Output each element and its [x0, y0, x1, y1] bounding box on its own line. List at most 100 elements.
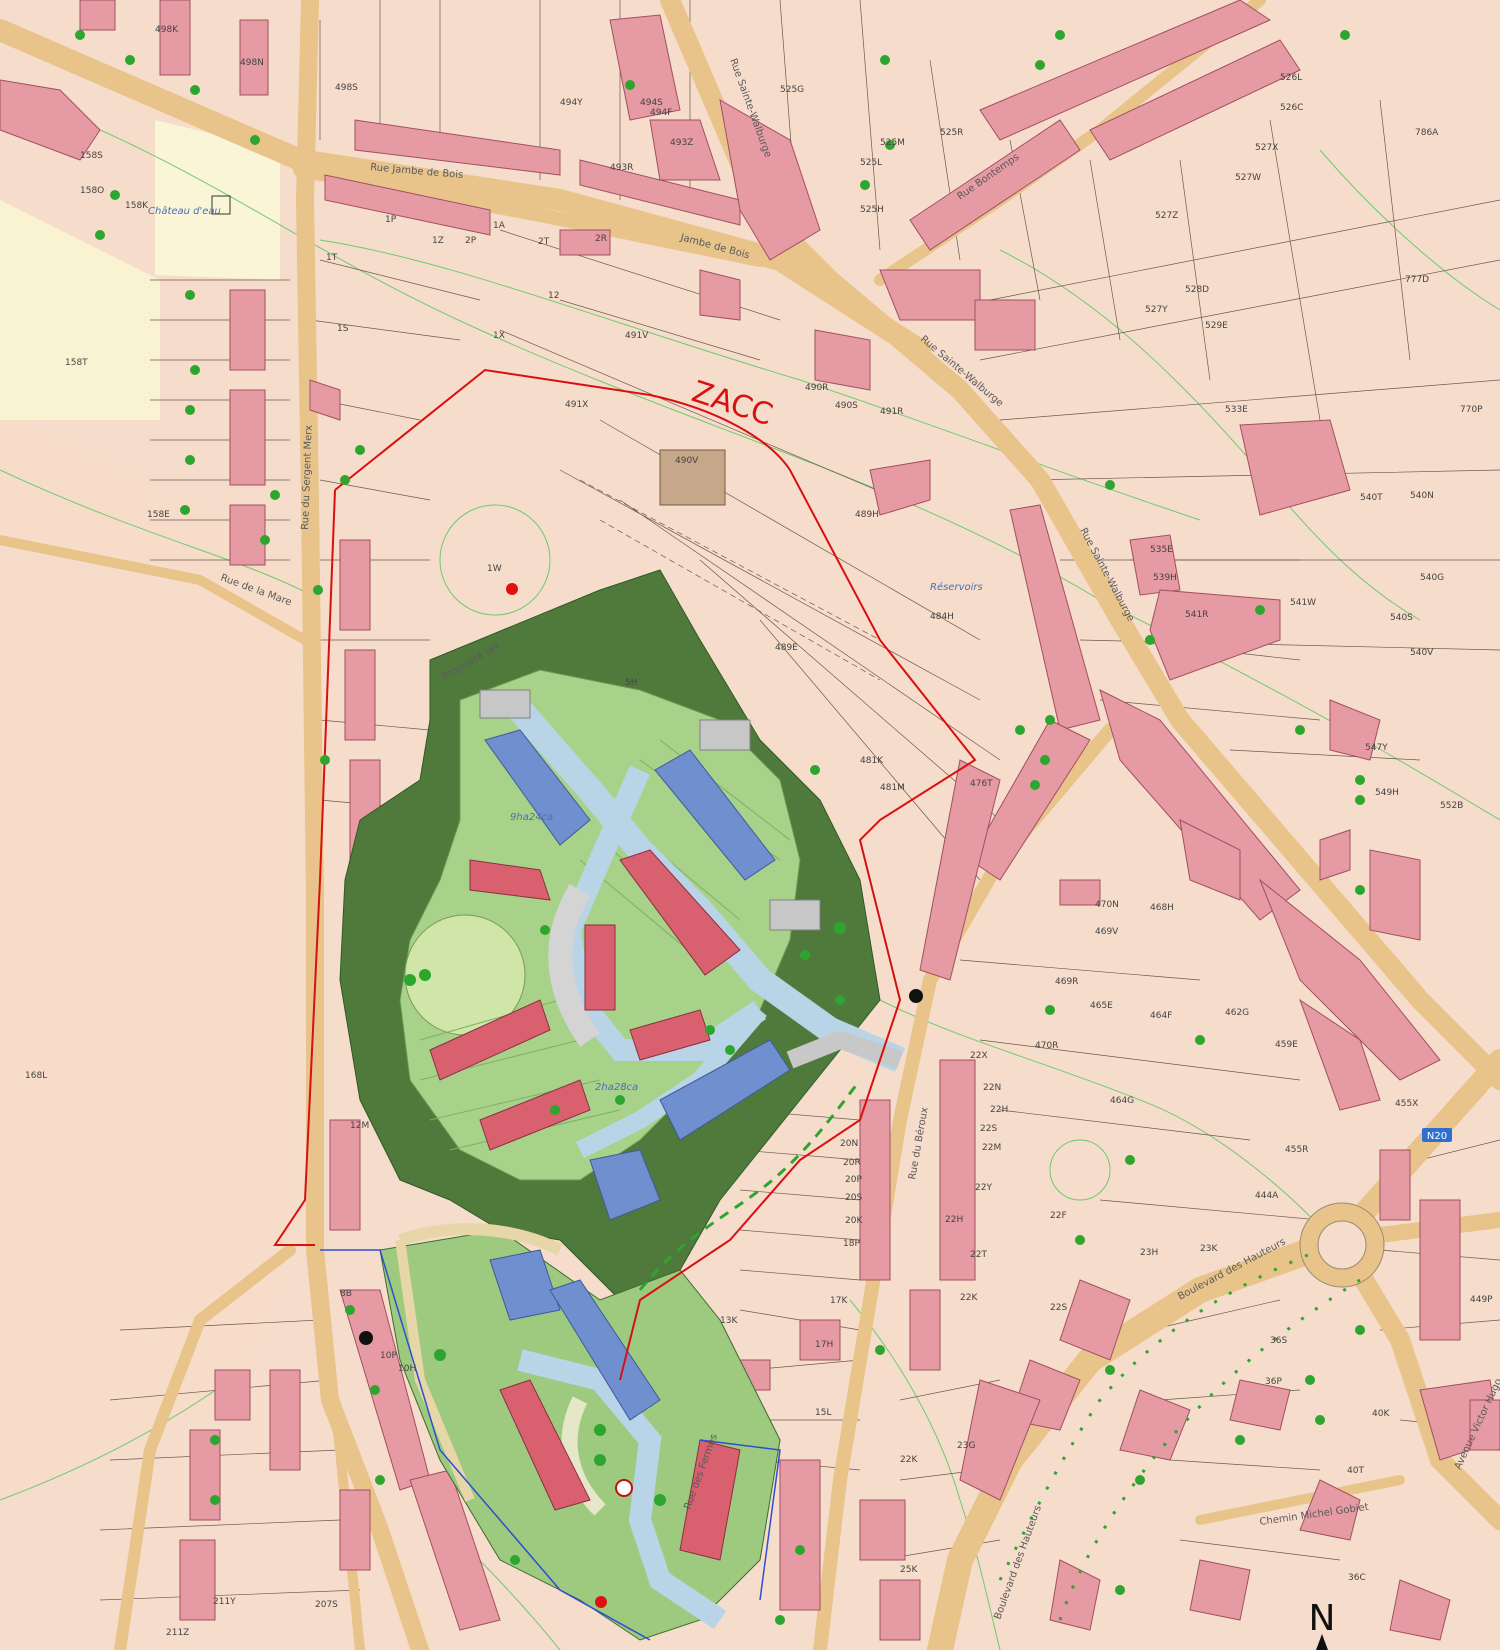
parcel-label: 1Z [432, 236, 444, 246]
parcel-label: 525R [940, 128, 963, 138]
parcel-label: 18P [843, 1239, 860, 1249]
parcel-label: 459E [1275, 1040, 1298, 1050]
north-label: N [1309, 1598, 1336, 1639]
parcel-label: 158T [65, 358, 88, 368]
parcel-label: 40K [1372, 1409, 1390, 1419]
parcel-label: 22H [990, 1105, 1008, 1115]
parcel-label: 786A [1415, 128, 1439, 138]
parcel-label: 22S [980, 1124, 997, 1134]
roundabout [1299, 1202, 1385, 1288]
parcel-label: 470N [1095, 900, 1119, 910]
parcel-label: 489H [855, 510, 879, 520]
parcel-label: 36C [1348, 1573, 1366, 1583]
parcel-label: 15L [815, 1408, 831, 1418]
parcel-label: 12 [548, 291, 559, 301]
parcel-label: 23H [1140, 1248, 1158, 1258]
parcel-label: 540T [1360, 493, 1383, 503]
cadastral-map: N20 ZACC N Rue Jambe de BoisJambe de Boi… [0, 0, 1500, 1650]
parcel-label: 1X [493, 331, 505, 341]
parcel-label: 525M [880, 138, 905, 148]
parcel-label: 540N [1410, 491, 1434, 501]
parcel-label: 464F [1150, 1011, 1172, 1021]
parcel-label: 490R [805, 383, 828, 393]
parcel-label: 529E [1205, 321, 1228, 331]
parcel-label: 17H [815, 1340, 833, 1350]
parcel-label: 20K [845, 1216, 863, 1226]
parcel-label: 22M [982, 1143, 1001, 1153]
parcel-label: 527W [1235, 173, 1261, 183]
parcel-label: 36S [1270, 1336, 1287, 1346]
parcel-label: 207S [315, 1600, 338, 1610]
parcel-label: 10P [380, 1351, 397, 1361]
parcel-label: 526L [1280, 73, 1302, 83]
parcel-label: 158K [125, 201, 149, 211]
parcel-label: 527X [1255, 143, 1278, 153]
parcel-label: 491X [565, 400, 588, 410]
street-label-reservoirs: Réservoirs [930, 581, 983, 593]
parcel-label: 36P [1265, 1377, 1282, 1387]
parcel-label: 23G [957, 1441, 975, 1451]
parcel-label: 22K [900, 1455, 918, 1465]
parcel-label: 1P [385, 215, 397, 225]
parcel-label: 469V [1095, 927, 1119, 937]
parcel-label: 498N [240, 58, 264, 68]
parcel-label: 770P [1460, 405, 1483, 415]
parcel-label: 481K [860, 756, 884, 766]
parcel-label: 540S [1390, 613, 1413, 623]
map-canvas[interactable]: N20 ZACC N Rue Jambe de Bois Jambe de Boi… [0, 0, 1500, 1650]
parcel-label: 444A [1255, 1191, 1279, 1201]
parcel-label: 494S [640, 98, 663, 108]
parcel-label: 547Y [1365, 743, 1388, 753]
parcel-label: 22T [970, 1250, 987, 1260]
parcel-label: 1W [487, 564, 502, 574]
parcel-label: 552B [1440, 801, 1463, 811]
parcel-label: 525L [860, 158, 882, 168]
parcel-label: 22K [960, 1293, 978, 1303]
parcel-label: 777D [1405, 275, 1429, 285]
road-badge-text: N20 [1427, 1131, 1447, 1142]
parcel-label: 2R [595, 234, 607, 244]
parcel-label: 468H [1150, 903, 1174, 913]
street-label-area-1: 9ha24ca [510, 812, 553, 823]
parcel-label: 527Z [1155, 211, 1178, 221]
parcel-label: 211Y [213, 1597, 236, 1607]
parcel-label: 13K [720, 1316, 738, 1326]
road-badge-n20: N20 [1422, 1128, 1452, 1142]
parcel-label: 494F [650, 108, 672, 118]
parcel-label: 22F [1050, 1211, 1067, 1221]
parcel-label: 528D [1185, 285, 1209, 295]
street-label-area-2: 2ha28ca [595, 1082, 638, 1093]
parcel-label: 158S [80, 151, 103, 161]
parcel-label: 20N [840, 1139, 858, 1149]
parcel-label: 1T [326, 253, 338, 263]
parcel-label: 498K [155, 25, 179, 35]
parcel-label: 533E [1225, 405, 1248, 415]
parcel-label: 2P [465, 236, 477, 246]
parcel-label: 8B [340, 1289, 352, 1299]
parcel-label: 481M [880, 783, 905, 793]
parcel-label: 493Z [670, 138, 693, 148]
parcel-label: 540G [1420, 573, 1444, 583]
parcel-label: 494Y [560, 98, 583, 108]
parcel-label: 20R [843, 1158, 861, 1168]
parcel-label: 158O [80, 186, 104, 196]
parcel-label: 490S [835, 401, 858, 411]
parcel-label: 535E [1150, 545, 1173, 555]
parcel-label: 10H [398, 1364, 416, 1374]
parcel-label: 20S [845, 1193, 862, 1203]
parcel-label: 526C [1280, 103, 1303, 113]
parcel-label: 541W [1290, 598, 1316, 608]
parcel-label: 462G [1225, 1008, 1249, 1018]
parcel-label: 540V [1410, 648, 1434, 658]
parcel-label: 489E [775, 643, 798, 653]
parcel-label: 22H [945, 1215, 963, 1225]
parcel-label: 1S [337, 324, 349, 334]
parcel-label: 491R [880, 407, 903, 417]
parcel-label: 22Y [975, 1183, 992, 1193]
parcel-label: 449P [1470, 1295, 1493, 1305]
parcel-label: 484H [930, 612, 954, 622]
parcel-label: 490V [675, 456, 699, 466]
parcel-label: 5H [625, 678, 638, 688]
parcel-label: 470R [1035, 1041, 1058, 1051]
parcel-label: 549H [1375, 788, 1399, 798]
